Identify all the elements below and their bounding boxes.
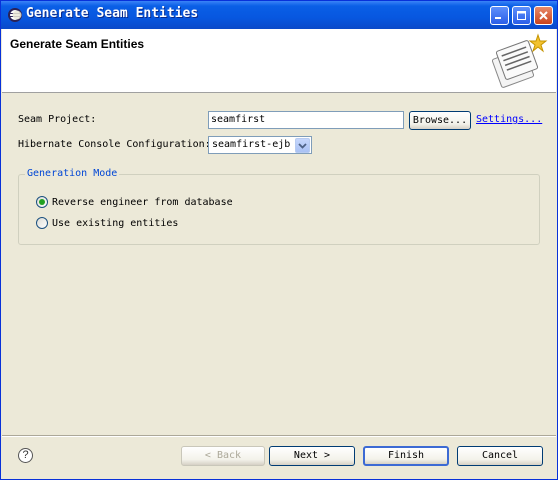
window-title: Generate Seam Entities — [26, 6, 199, 21]
finish-button[interactable]: Finish — [363, 446, 449, 466]
chevron-down-icon — [298, 142, 307, 149]
radio-use-existing[interactable] — [36, 217, 48, 229]
title-bar[interactable]: Generate Seam Entities — [1, 1, 557, 29]
minimize-button[interactable] — [490, 6, 509, 25]
footer-separator — [2, 435, 556, 437]
browse-button[interactable]: Browse... — [409, 111, 471, 130]
seam-project-input[interactable]: seamfirst — [208, 111, 404, 129]
seam-project-label: Seam Project: — [18, 114, 97, 125]
maximize-icon — [517, 11, 526, 20]
next-button[interactable]: Next > — [269, 446, 355, 466]
maximize-button[interactable] — [512, 6, 531, 25]
back-label: Back — [216, 450, 242, 461]
next-label: Next — [293, 450, 319, 461]
eclipse-icon — [8, 8, 22, 22]
close-button[interactable] — [534, 6, 553, 25]
back-arrow-icon: < — [204, 450, 217, 461]
radio-reverse-engineer[interactable] — [36, 196, 48, 208]
reverse-engineer-label[interactable]: Reverse engineer from database — [52, 197, 233, 208]
banner-title: Generate Seam Entities — [10, 37, 145, 51]
console-config-value: seamfirst-ejb — [212, 139, 291, 150]
settings-link[interactable]: Settings... — [476, 114, 542, 125]
console-config-select[interactable]: seamfirst-ejb — [208, 136, 312, 154]
help-icon[interactable]: ? — [18, 448, 33, 463]
dialog-window: Generate Seam Entities Generate Seam Ent… — [0, 0, 558, 480]
generation-mode-title: Generation Mode — [25, 168, 120, 179]
wizard-banner: Generate Seam Entities — [2, 29, 556, 93]
radio-selected-dot — [39, 199, 45, 205]
minimize-icon — [495, 17, 501, 19]
cancel-button[interactable]: Cancel — [457, 446, 543, 466]
next-arrow-icon: > — [318, 450, 331, 461]
seam-wizard-icon — [492, 33, 548, 88]
use-existing-label[interactable]: Use existing entities — [52, 218, 178, 229]
back-button[interactable]: < Back — [181, 446, 265, 466]
generation-mode-group: Generation Mode — [18, 168, 540, 245]
close-icon — [539, 11, 548, 20]
dropdown-button[interactable] — [295, 138, 310, 153]
console-config-label: Hibernate Console Configuration: — [18, 139, 211, 150]
